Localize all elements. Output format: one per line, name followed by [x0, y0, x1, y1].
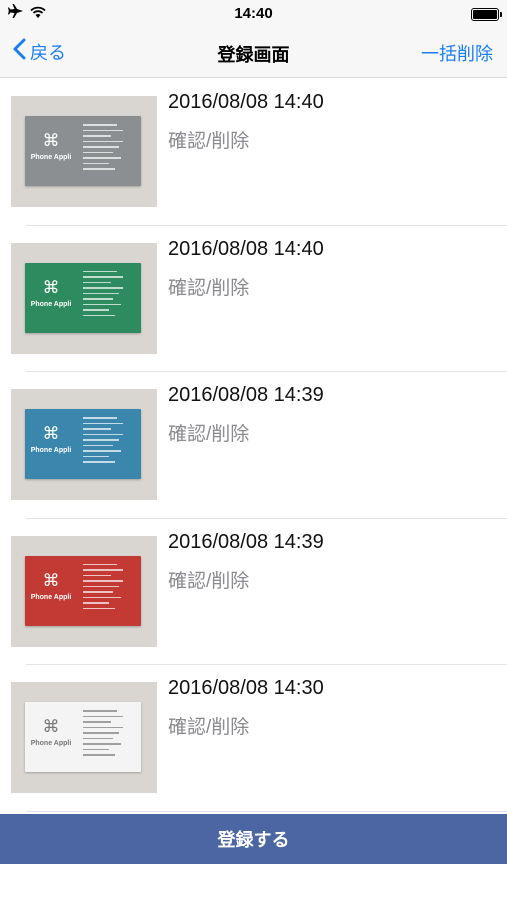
card-text-lines [83, 417, 135, 467]
battery-icon [471, 8, 502, 21]
list-item[interactable]: ⌘ Phone Appli 2016/08/08 14:40 確認/削除 [0, 79, 507, 226]
business-card-image: ⌘ Phone Appli [25, 262, 141, 333]
command-icon: ⌘ [42, 277, 60, 297]
registration-timestamp: 2016/08/08 14:39 [168, 530, 324, 553]
brand-logo: ⌘ Phone Appli [25, 570, 77, 601]
status-time: 14:40 [234, 5, 273, 22]
command-icon: ⌘ [42, 424, 60, 444]
business-card-image: ⌘ Phone Appli [25, 116, 141, 186]
card-text-lines [83, 710, 135, 760]
register-button[interactable]: 登録する [0, 814, 507, 864]
business-card-image: ⌘ Phone Appli [25, 555, 141, 626]
business-card-thumbnail[interactable]: ⌘ Phone Appli [11, 242, 157, 354]
confirm-delete-link[interactable]: 確認/削除 [168, 566, 249, 593]
registration-timestamp: 2016/08/08 14:40 [168, 91, 324, 113]
brand-logo: ⌘ Phone Appli [25, 424, 77, 455]
business-card-image: ⌘ Phone Appli [25, 409, 141, 480]
command-icon: ⌘ [42, 717, 60, 737]
confirm-delete-link[interactable]: 確認/削除 [168, 126, 249, 153]
status-bar: 14:40 [0, 0, 507, 28]
business-card-image: ⌘ Phone Appli [25, 702, 141, 773]
brand-name: Phone Appli [30, 740, 72, 748]
delete-all-button[interactable]: 一括削除 [421, 40, 493, 66]
list-item[interactable]: ⌘ Phone Appli 2016/08/08 14:30 確認/削除 [0, 665, 507, 812]
command-icon: ⌘ [42, 131, 60, 150]
brand-name: Phone Appli [30, 447, 72, 455]
business-card-thumbnail[interactable]: ⌘ Phone Appli [11, 535, 157, 647]
card-text-lines [83, 563, 135, 614]
registration-timestamp: 2016/08/08 14:30 [168, 677, 324, 700]
brand-logo: ⌘ Phone Appli [25, 717, 77, 748]
brand-logo: ⌘ Phone Appli [25, 277, 77, 308]
registration-timestamp: 2016/08/08 14:39 [168, 384, 324, 407]
list-item[interactable]: ⌘ Phone Appli 2016/08/08 14:40 確認/削除 [0, 226, 507, 373]
brand-logo: ⌘ Phone Appli [25, 131, 77, 162]
brand-name: Phone Appli [30, 593, 72, 601]
list-item[interactable]: ⌘ Phone Appli 2016/08/08 14:39 確認/削除 [0, 372, 507, 519]
registration-timestamp: 2016/08/08 14:40 [168, 237, 324, 260]
confirm-delete-link[interactable]: 確認/削除 [168, 273, 249, 300]
command-icon: ⌘ [42, 570, 60, 590]
card-text-lines [83, 124, 135, 174]
brand-name: Phone Appli [30, 300, 72, 308]
brand-name: Phone Appli [30, 154, 72, 161]
navigation-bar: 戻る 登録画面 一括削除 [0, 28, 507, 78]
card-text-lines [83, 270, 135, 321]
business-card-thumbnail[interactable]: ⌘ Phone Appli [11, 389, 157, 501]
row-separator [26, 810, 507, 812]
business-card-thumbnail[interactable]: ⌘ Phone Appli [11, 682, 157, 794]
confirm-delete-link[interactable]: 確認/削除 [168, 419, 249, 446]
list-item[interactable]: ⌘ Phone Appli 2016/08/08 14:39 確認/削除 [0, 519, 507, 666]
business-card-thumbnail[interactable]: ⌘ Phone Appli [11, 96, 157, 207]
business-card-list: ⌘ Phone Appli 2016/08/08 14:40 確認/削除 ⌘ Phone … [0, 79, 507, 812]
confirm-delete-link[interactable]: 確認/削除 [168, 712, 249, 739]
